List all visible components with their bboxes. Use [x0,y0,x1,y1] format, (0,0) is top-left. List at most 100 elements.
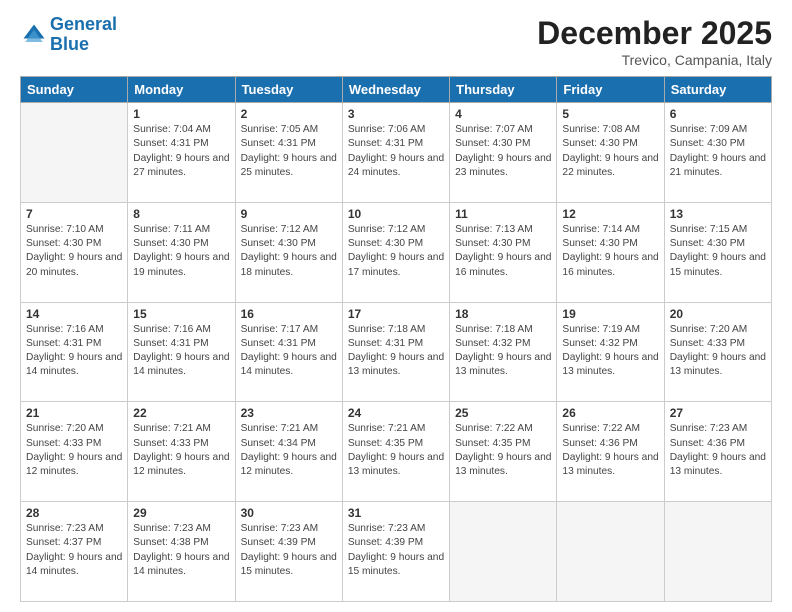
calendar-day: 19 Sunrise: 7:19 AMSunset: 4:32 PMDaylig… [557,302,664,402]
day-info: Sunrise: 7:13 AMSunset: 4:30 PMDaylight:… [455,223,551,280]
calendar-day: 5 Sunrise: 7:08 AMSunset: 4:30 PMDayligh… [557,103,664,203]
day-number: 12 [562,207,658,221]
calendar-day: 2 Sunrise: 7:05 AMSunset: 4:31 PMDayligh… [235,103,342,203]
day-number: 15 [133,307,229,321]
calendar-day: 9 Sunrise: 7:12 AMSunset: 4:30 PMDayligh… [235,202,342,302]
day-info: Sunrise: 7:20 AMSunset: 4:33 PMDaylight:… [26,422,122,479]
calendar-day: 25 Sunrise: 7:22 AMSunset: 4:35 PMDaylig… [450,402,557,502]
day-number: 22 [133,406,229,420]
day-number: 28 [26,506,122,520]
subtitle: Trevico, Campania, Italy [537,52,772,68]
calendar-day: 3 Sunrise: 7:06 AMSunset: 4:31 PMDayligh… [342,103,449,203]
calendar-day: 24 Sunrise: 7:21 AMSunset: 4:35 PMDaylig… [342,402,449,502]
day-info: Sunrise: 7:21 AMSunset: 4:35 PMDaylight:… [348,422,444,479]
day-number: 9 [241,207,337,221]
calendar-day: 30 Sunrise: 7:23 AMSunset: 4:39 PMDaylig… [235,502,342,602]
day-info: Sunrise: 7:17 AMSunset: 4:31 PMDaylight:… [241,323,337,380]
calendar-day: 12 Sunrise: 7:14 AMSunset: 4:30 PMDaylig… [557,202,664,302]
day-info: Sunrise: 7:21 AMSunset: 4:34 PMDaylight:… [241,422,337,479]
calendar-day: 11 Sunrise: 7:13 AMSunset: 4:30 PMDaylig… [450,202,557,302]
day-number: 6 [670,107,766,121]
day-number: 20 [670,307,766,321]
day-number: 24 [348,406,444,420]
calendar-day: 22 Sunrise: 7:21 AMSunset: 4:33 PMDaylig… [128,402,235,502]
day-number: 1 [133,107,229,121]
day-info: Sunrise: 7:15 AMSunset: 4:30 PMDaylight:… [670,223,766,280]
calendar-day [21,103,128,203]
calendar-day: 13 Sunrise: 7:15 AMSunset: 4:30 PMDaylig… [664,202,771,302]
calendar-week-3: 21 Sunrise: 7:20 AMSunset: 4:33 PMDaylig… [21,402,772,502]
day-info: Sunrise: 7:12 AMSunset: 4:30 PMDaylight:… [348,223,444,280]
day-info: Sunrise: 7:22 AMSunset: 4:36 PMDaylight:… [562,422,658,479]
calendar-day: 23 Sunrise: 7:21 AMSunset: 4:34 PMDaylig… [235,402,342,502]
day-info: Sunrise: 7:23 AMSunset: 4:37 PMDaylight:… [26,522,122,579]
day-number: 4 [455,107,551,121]
day-info: Sunrise: 7:21 AMSunset: 4:33 PMDaylight:… [133,422,229,479]
day-info: Sunrise: 7:23 AMSunset: 4:36 PMDaylight:… [670,422,766,479]
calendar-day: 4 Sunrise: 7:07 AMSunset: 4:30 PMDayligh… [450,103,557,203]
logo-text: General Blue [50,15,117,55]
calendar-day: 7 Sunrise: 7:10 AMSunset: 4:30 PMDayligh… [21,202,128,302]
day-info: Sunrise: 7:18 AMSunset: 4:31 PMDaylight:… [348,323,444,380]
day-number: 5 [562,107,658,121]
calendar-day: 21 Sunrise: 7:20 AMSunset: 4:33 PMDaylig… [21,402,128,502]
day-info: Sunrise: 7:08 AMSunset: 4:30 PMDaylight:… [562,123,658,180]
calendar-header-thursday: Thursday [450,77,557,103]
day-info: Sunrise: 7:10 AMSunset: 4:30 PMDaylight:… [26,223,122,280]
day-number: 8 [133,207,229,221]
day-info: Sunrise: 7:16 AMSunset: 4:31 PMDaylight:… [133,323,229,380]
calendar-day: 14 Sunrise: 7:16 AMSunset: 4:31 PMDaylig… [21,302,128,402]
day-number: 27 [670,406,766,420]
calendar-header-row: SundayMondayTuesdayWednesdayThursdayFrid… [21,77,772,103]
day-number: 31 [348,506,444,520]
calendar-day: 20 Sunrise: 7:20 AMSunset: 4:33 PMDaylig… [664,302,771,402]
calendar-week-0: 1 Sunrise: 7:04 AMSunset: 4:31 PMDayligh… [21,103,772,203]
day-number: 13 [670,207,766,221]
day-info: Sunrise: 7:23 AMSunset: 4:39 PMDaylight:… [241,522,337,579]
day-info: Sunrise: 7:23 AMSunset: 4:39 PMDaylight:… [348,522,444,579]
day-number: 2 [241,107,337,121]
day-info: Sunrise: 7:11 AMSunset: 4:30 PMDaylight:… [133,223,229,280]
day-number: 3 [348,107,444,121]
calendar-day: 18 Sunrise: 7:18 AMSunset: 4:32 PMDaylig… [450,302,557,402]
page: General Blue December 2025 Trevico, Camp… [0,0,792,612]
day-number: 18 [455,307,551,321]
day-number: 14 [26,307,122,321]
calendar-day [557,502,664,602]
day-info: Sunrise: 7:12 AMSunset: 4:30 PMDaylight:… [241,223,337,280]
day-number: 11 [455,207,551,221]
calendar-header-wednesday: Wednesday [342,77,449,103]
day-number: 23 [241,406,337,420]
day-info: Sunrise: 7:19 AMSunset: 4:32 PMDaylight:… [562,323,658,380]
day-info: Sunrise: 7:04 AMSunset: 4:31 PMDaylight:… [133,123,229,180]
calendar-day: 31 Sunrise: 7:23 AMSunset: 4:39 PMDaylig… [342,502,449,602]
day-info: Sunrise: 7:22 AMSunset: 4:35 PMDaylight:… [455,422,551,479]
calendar-day: 10 Sunrise: 7:12 AMSunset: 4:30 PMDaylig… [342,202,449,302]
logo-general: General [50,14,117,34]
calendar-day: 16 Sunrise: 7:17 AMSunset: 4:31 PMDaylig… [235,302,342,402]
calendar-week-4: 28 Sunrise: 7:23 AMSunset: 4:37 PMDaylig… [21,502,772,602]
day-info: Sunrise: 7:23 AMSunset: 4:38 PMDaylight:… [133,522,229,579]
calendar-week-1: 7 Sunrise: 7:10 AMSunset: 4:30 PMDayligh… [21,202,772,302]
logo: General Blue [20,15,117,55]
main-title: December 2025 [537,15,772,52]
logo-icon [20,21,48,49]
day-number: 7 [26,207,122,221]
day-info: Sunrise: 7:18 AMSunset: 4:32 PMDaylight:… [455,323,551,380]
day-number: 17 [348,307,444,321]
calendar-day: 27 Sunrise: 7:23 AMSunset: 4:36 PMDaylig… [664,402,771,502]
day-info: Sunrise: 7:20 AMSunset: 4:33 PMDaylight:… [670,323,766,380]
calendar-day: 15 Sunrise: 7:16 AMSunset: 4:31 PMDaylig… [128,302,235,402]
day-info: Sunrise: 7:14 AMSunset: 4:30 PMDaylight:… [562,223,658,280]
day-number: 19 [562,307,658,321]
calendar-header-sunday: Sunday [21,77,128,103]
calendar-day: 29 Sunrise: 7:23 AMSunset: 4:38 PMDaylig… [128,502,235,602]
calendar-table: SundayMondayTuesdayWednesdayThursdayFrid… [20,76,772,602]
calendar-day: 6 Sunrise: 7:09 AMSunset: 4:30 PMDayligh… [664,103,771,203]
calendar-day [664,502,771,602]
calendar-header-monday: Monday [128,77,235,103]
calendar-day: 17 Sunrise: 7:18 AMSunset: 4:31 PMDaylig… [342,302,449,402]
logo-blue: Blue [50,34,89,54]
day-info: Sunrise: 7:05 AMSunset: 4:31 PMDaylight:… [241,123,337,180]
day-number: 16 [241,307,337,321]
